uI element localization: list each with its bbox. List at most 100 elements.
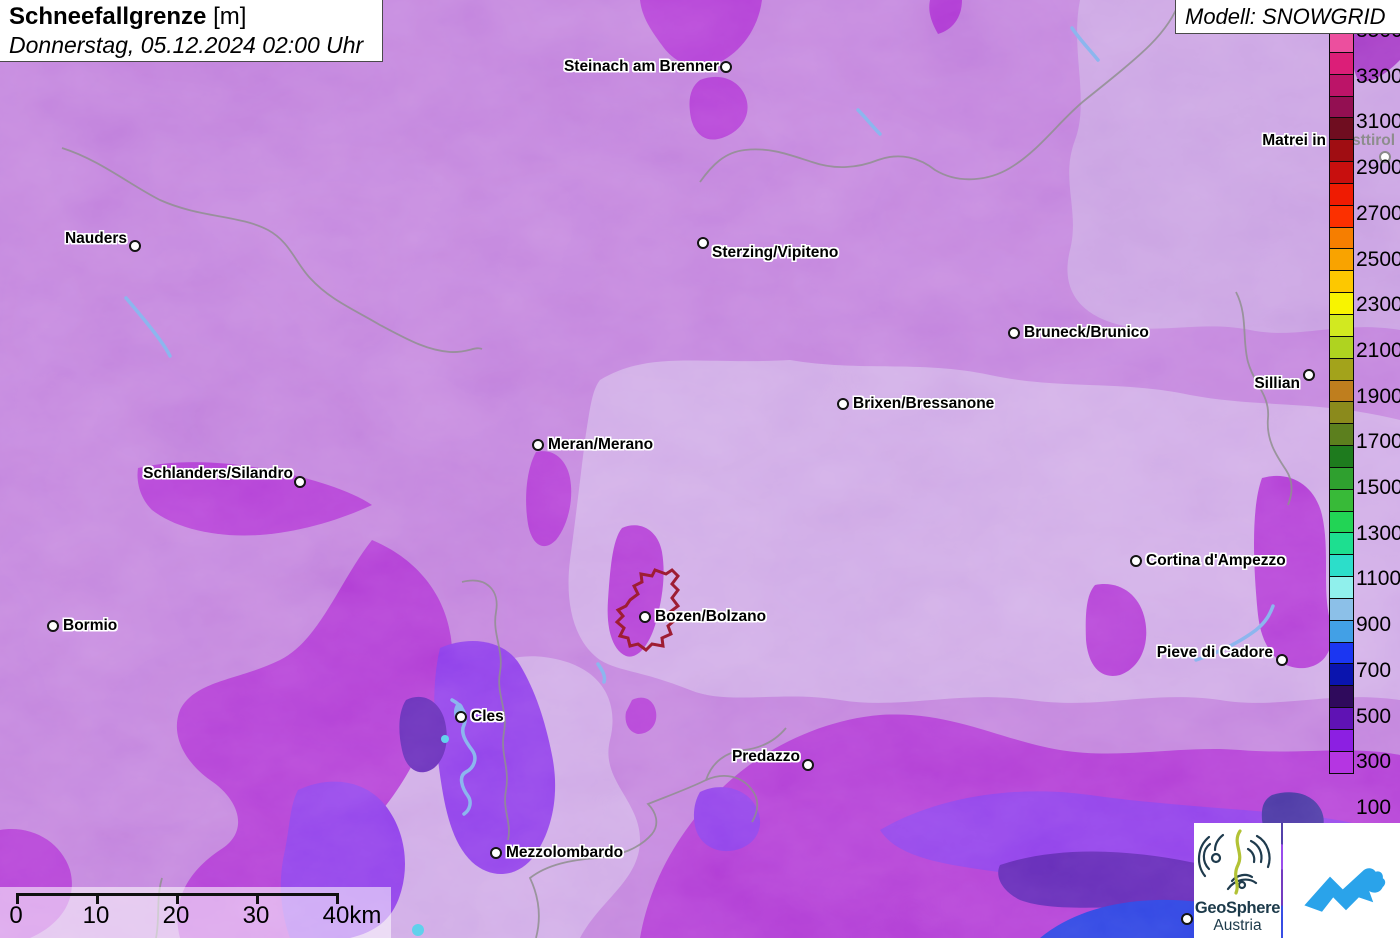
- pieve-di-cadore-label: Pieve di Cadore: [1156, 644, 1273, 661]
- brixen-bressanone-dot: [837, 398, 849, 410]
- bozen-bolzano-dot: [639, 611, 651, 623]
- sillian-label: Sillian: [1254, 375, 1300, 392]
- colorbar-tick-label: 3100: [1356, 110, 1400, 134]
- colorbar-segment: [1329, 139, 1354, 163]
- bormio-label: Bormio: [63, 617, 118, 634]
- geosphere-logo-text: GeoSphere: [1194, 899, 1281, 917]
- scalebar-label: 30: [242, 902, 270, 929]
- colorbar-tick-label: 300: [1356, 750, 1392, 774]
- city-layer: Steinach am Brenner Matrei in sttirol Naude…: [0, 0, 1400, 938]
- sterzing-vipiteno-dot: [697, 237, 709, 249]
- colorbar-segment: [1329, 270, 1354, 294]
- cortina-d-ampezzo-dot: [1130, 555, 1142, 567]
- colorbar-segment: [1329, 161, 1354, 184]
- colorbar-segment: [1329, 292, 1354, 315]
- bruneck-brunico-dot: [1008, 327, 1020, 339]
- sillian-dot: [1303, 369, 1315, 381]
- steinach-am-brenner-label: Steinach am Brenner: [563, 58, 719, 75]
- colorbar-segment: [1329, 248, 1354, 272]
- bozen-bolzano-label: Bozen/Bolzano: [655, 608, 767, 625]
- predazzo-dot: [802, 759, 814, 771]
- colorbar-tick-label: 2900: [1356, 156, 1400, 180]
- colorbar-segment: [1329, 532, 1354, 556]
- colorbar-segment: [1329, 73, 1354, 97]
- partner-logo: [1283, 823, 1400, 938]
- colorbar-segment: [1329, 510, 1354, 534]
- matrei-in-osttirol-right-label: sttirol: [1352, 132, 1396, 149]
- colorbar-segment: [1329, 466, 1354, 490]
- colorbar-tick-label: 1700: [1356, 430, 1400, 454]
- colorbar-segment: [1329, 51, 1354, 75]
- colorbar-segment: [1329, 182, 1354, 206]
- colorbar-segment: [1329, 226, 1354, 250]
- colorbar-tick-label: 1900: [1356, 384, 1400, 408]
- meran-merano-dot: [532, 439, 544, 451]
- colorbar-tick-label: 2300: [1356, 293, 1400, 317]
- colorbar: [1329, 30, 1354, 774]
- colorbar-segment: [1329, 576, 1354, 599]
- colorbar-segment: [1329, 423, 1354, 447]
- weather-map-page: Steinach am Brenner Matrei in sttirol Naude…: [0, 0, 1400, 938]
- colorbar-segment: [1329, 313, 1354, 337]
- colorbar-tick-label: 1300: [1356, 521, 1400, 545]
- colorbar-tick-label: 1100: [1356, 567, 1400, 591]
- bormio-dot: [47, 620, 59, 632]
- colorbar-segment: [1329, 204, 1354, 228]
- colorbar-segment: [1329, 95, 1354, 119]
- predazzo-label: Predazzo: [731, 748, 800, 765]
- colorbar-segment: [1329, 597, 1354, 621]
- steinach-am-brenner-dot: [720, 61, 732, 73]
- mezzolombardo-dot: [490, 847, 502, 859]
- valid-time: Donnerstag, 05.12.2024 02:00 Uhr: [9, 32, 364, 58]
- colorbar-segment: [1329, 554, 1354, 578]
- colorbar-segment: [1329, 729, 1354, 752]
- schlanders-silandro-dot: [294, 476, 306, 488]
- partner-logo-icon: [1303, 867, 1385, 912]
- geosphere-logo-icon: [1198, 829, 1271, 895]
- scalebar-label: 10: [82, 902, 110, 929]
- colorbar-tick-label: 3300: [1356, 64, 1400, 88]
- cles-dot: [455, 711, 467, 723]
- colorbar-tick-label: 2500: [1356, 247, 1400, 271]
- nauders-dot: [129, 240, 141, 252]
- schlanders-silandro-label: Schlanders/Silandro: [143, 465, 293, 482]
- colorbar-segment: [1329, 750, 1354, 774]
- pieve-di-cadore-dot: [1276, 654, 1288, 666]
- colorbar-segment: [1329, 685, 1354, 709]
- colorbar-segment: [1329, 379, 1354, 403]
- scalebar-label: 20: [162, 902, 190, 929]
- cles-label: Cles: [471, 708, 504, 725]
- colorbar-segment: [1329, 663, 1354, 687]
- geosphere-logo-subtext: Austria: [1213, 917, 1262, 934]
- colorbar-tick-label: 900: [1356, 613, 1392, 637]
- title-box: Schneefallgrenze [m] Donnerstag, 05.12.2…: [0, 0, 383, 62]
- colorbar-segment: [1329, 401, 1354, 425]
- colorbar-tick-label: 700: [1356, 658, 1392, 682]
- brixen-bressanone-label: Brixen/Bressanone: [853, 395, 995, 412]
- scalebar-label: 0: [9, 902, 23, 929]
- unlabeled-city-dot: [1181, 913, 1193, 925]
- colorbar-segment: [1329, 335, 1354, 359]
- scalebar-label: 40km: [322, 902, 382, 929]
- sterzing-vipiteno-label: Sterzing/Vipiteno: [712, 244, 839, 261]
- colorbar-segment: [1329, 117, 1354, 141]
- meran-merano-label: Meran/Merano: [548, 436, 654, 453]
- title-unit: [m]: [206, 3, 247, 30]
- page-title: Schneefallgrenze [m]: [9, 3, 382, 31]
- colorbar-segment: [1329, 641, 1354, 665]
- distance-scalebar: 0 10 20 30 40km: [0, 887, 391, 938]
- cortina-d-ampezzo-label: Cortina d'Ampezzo: [1146, 552, 1286, 569]
- mezzolombardo-label: Mezzolombardo: [506, 844, 624, 861]
- nauders-label: Nauders: [64, 230, 127, 247]
- colorbar-segment: [1329, 488, 1354, 512]
- colorbar-tick-label: 2100: [1356, 338, 1400, 362]
- title-parameter: Schneefallgrenze: [9, 3, 207, 30]
- colorbar-tick-label: 500: [1356, 704, 1392, 728]
- colorbar-segment: [1329, 619, 1354, 643]
- colorbar-tick-label: 100: [1356, 795, 1392, 819]
- model-label: Modell: SNOWGRID: [1175, 0, 1400, 34]
- colorbar-segment: [1329, 357, 1354, 381]
- colorbar-segment: [1329, 445, 1354, 468]
- matrei-in-osttirol-left-label: Matrei in: [1262, 132, 1326, 149]
- colorbar-tick-label: 2700: [1356, 201, 1400, 225]
